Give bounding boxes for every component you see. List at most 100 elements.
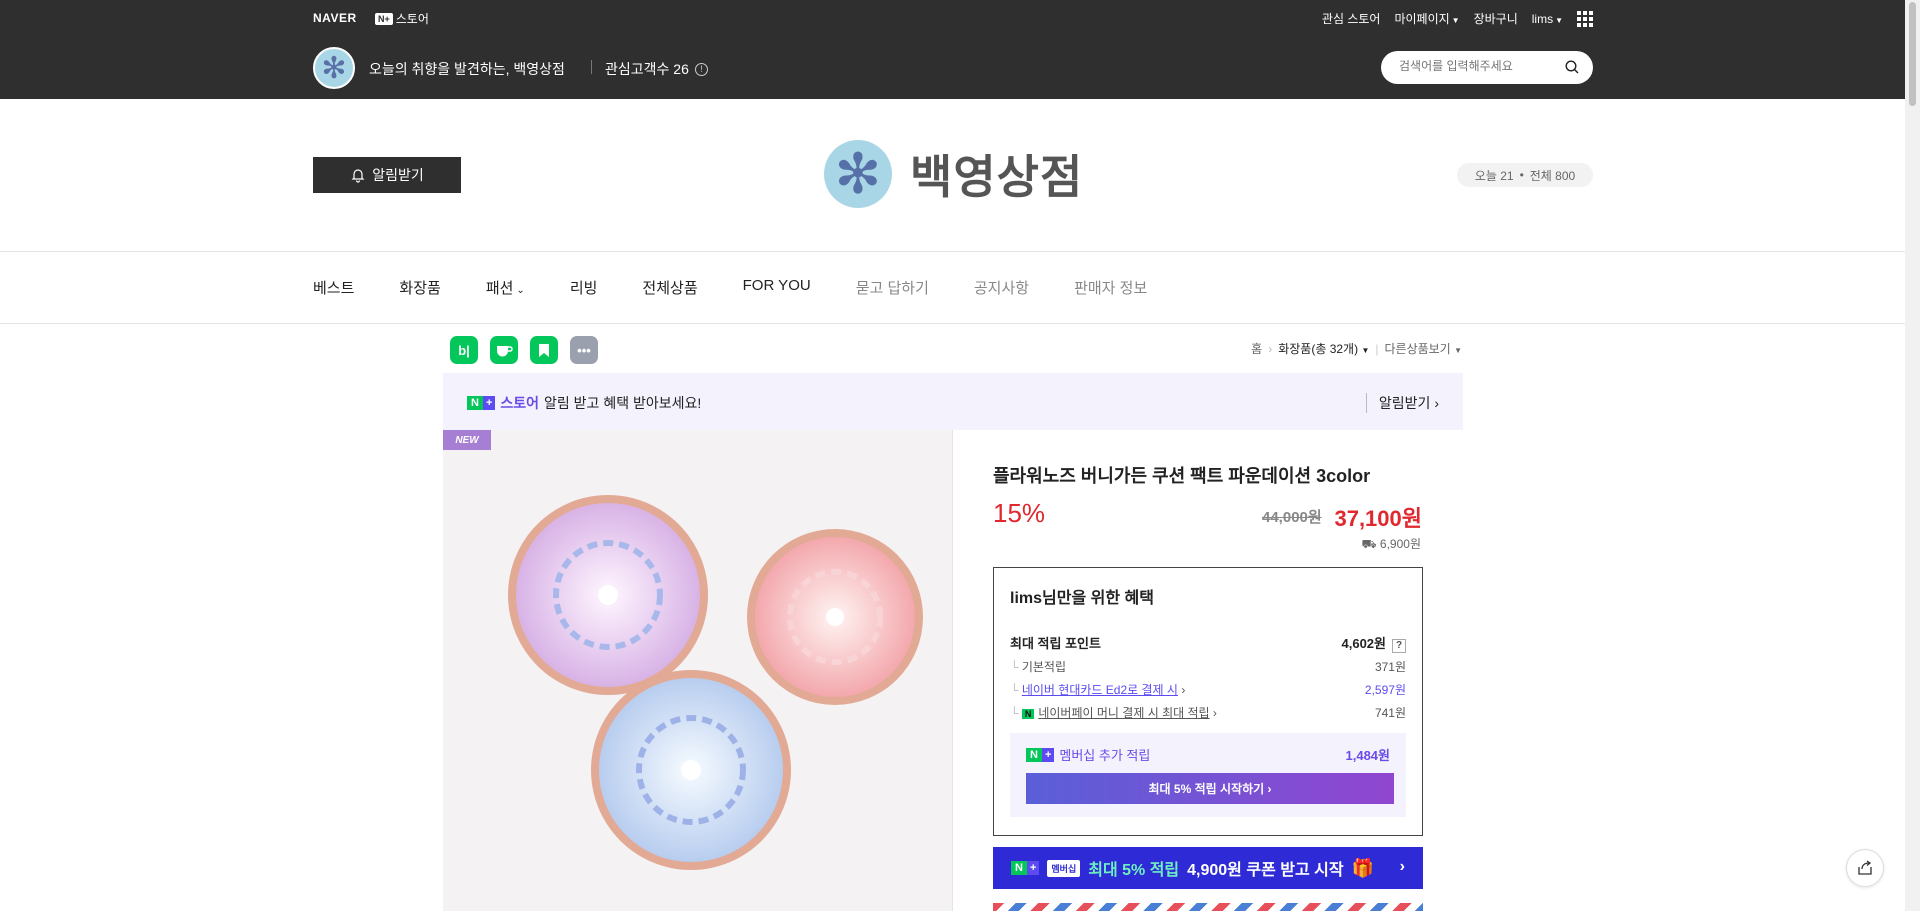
benefits-box: lims님만을 위한 혜택 최대 적립 포인트 4,602원? └ 기본적립 3… [993,567,1423,836]
divider [0,251,1905,252]
membership-start-button[interactable]: 최대 5% 적립 시작하기 › [1026,773,1394,804]
more-share-button[interactable]: ••• [570,336,598,364]
cushion-compacts-illustration [508,495,923,870]
global-nav: NAVER N+ 스토어 관심 스토어 마이페이지 ▼ 장바구니 lims ▼ [313,9,1593,27]
bookmark-icon [539,343,549,357]
nav-item-living[interactable]: 리빙 [570,277,598,298]
banner-alarm-link[interactable]: 알림받기 › [1365,393,1439,413]
scrollbar-thumb[interactable] [1909,2,1916,106]
membership-box: N + 멤버십 추가 적립 1,484원 최대 5% 적립 시작하기 › [1010,733,1406,817]
chevron-down-icon: ⌄ [516,285,525,296]
info-icon[interactable]: ! [694,62,708,76]
card-points-value: 2,597원 [1364,683,1406,697]
divider [591,60,592,74]
nplus-store-link[interactable]: N+ 스토어 [375,10,429,27]
keep-share-button[interactable] [530,336,558,364]
promo-text: 4,900원 쿠폰 받고 시작 [1187,862,1344,879]
nplus-logo-icon: N + [1011,861,1040,875]
floating-share-button[interactable] [1846,849,1884,887]
caret-down-icon: ▼ [1555,15,1563,25]
bell-plus-icon [351,169,365,183]
category-nav: 베스트 화장품 패션 ⌄ 리빙 전체상품 FOR YOU 묻고 답하기 공지사항 … [313,277,1192,298]
npay-points-link[interactable]: 네이버페이 머니 결제 시 최대 적립 [1038,706,1209,720]
max-points-label: 최대 적립 포인트 [1010,636,1101,651]
store-logo-small[interactable]: ✻ [313,47,355,89]
nav-item-notice[interactable]: 공지사항 [974,277,1029,298]
banner-alarm-label: 알림받기 [1378,395,1431,411]
max-points-row: 최대 적립 포인트 4,602원? [1010,633,1406,653]
card-points-link[interactable]: 네이버 현대카드 Ed2로 결제 시 [1022,683,1178,697]
store-bar: ✻ 오늘의 취향을 발견하는, 백영상점 관심고객수 26 ! [313,47,1593,91]
visitors-total: 전체 800 [1529,168,1576,183]
search-input[interactable] [1399,59,1559,73]
naver-logo[interactable]: NAVER [313,11,357,25]
link-cart[interactable]: 장바구니 [1474,10,1518,27]
top-bar: NAVER N+ 스토어 관심 스토어 마이페이지 ▼ 장바구니 lims ▼ ✻ … [0,0,1905,99]
shipping-fee-value: 6,900원 [1379,537,1421,551]
more-dots-icon: ••• [577,342,591,358]
search-icon[interactable] [1565,60,1579,74]
chevron-right-icon: › [1177,683,1186,697]
cafe-share-button[interactable] [490,336,518,364]
alarm-button-label: 알림받기 [372,167,424,183]
new-badge: NEW [443,430,491,450]
chevron-right-icon: › [1209,706,1217,720]
banner-store-word: 스토어 [500,395,540,411]
page: NAVER N+ 스토어 관심 스토어 마이페이지 ▼ 장바구니 lims ▼ ✻ … [0,0,1920,911]
nplus-logo-icon: N + [1026,747,1055,762]
nav-item-best[interactable]: 베스트 [313,277,354,298]
page-scrollbar[interactable] [1905,0,1920,911]
flower-logo-icon: ✻ [824,140,892,208]
band-icon: b| [458,342,470,358]
cafe-cup-icon [497,346,513,357]
divider [0,323,1905,324]
nav-item-cosmetics[interactable]: 화장품 [399,277,440,298]
link-mypage[interactable]: 마이페이지 ▼ [1394,10,1459,27]
sale-price: 37,100원 [1334,506,1422,531]
apps-grid-icon[interactable] [1577,10,1593,27]
tree-branch-icon: └ [1010,706,1022,720]
npay-points-row: └ N 네이버페이 머니 결제 시 최대 적립 › 741원 [1010,704,1406,721]
nav-item-fashion[interactable]: 패션 ⌄ [486,277,525,298]
brand-logo[interactable]: ✻ 백영상점 [824,140,1083,208]
npay-points-label-wrap[interactable]: └ N 네이버페이 머니 결제 시 최대 적립 › [1010,704,1217,721]
link-favorite-stores[interactable]: 관심 스토어 [1322,10,1381,27]
membership-tag: 멤버십 [1047,859,1081,877]
notification-benefit-banner[interactable]: N + 스토어 알림 받고 혜택 받아보세요! 알림받기 › [443,373,1463,430]
alarm-button[interactable]: 알림받기 [313,157,461,193]
gift-icon: 🎁 [1351,857,1374,878]
chevron-right-icon: › [1399,858,1405,875]
other-products-label: 다른상품보기 [1384,342,1451,356]
nav-item-for-you[interactable]: FOR YOU [743,277,811,298]
other-products-dropdown[interactable]: 다른상품보기 ▼ [1384,340,1462,357]
nav-item-qna[interactable]: 묻고 답하기 [856,277,929,298]
store-slogan[interactable]: 오늘의 취향을 발견하는, 백영상점 [369,59,565,79]
chevron-right-icon: › [1434,395,1439,411]
nav-item-all-products[interactable]: 전체상품 [642,277,697,298]
membership-promo-banner[interactable]: N + 멤버십 최대 5% 적립 4,900원 쿠폰 받고 시작 🎁 › [993,847,1423,889]
breadcrumb-home[interactable]: 홈 [1251,340,1262,357]
banner-message: 알림 받고 혜택 받아보세요! [544,395,702,411]
card-points-label-wrap[interactable]: └ 네이버 현대카드 Ed2로 결제 시 › [1010,681,1185,698]
visitors-today: 오늘 21 [1474,168,1514,183]
basic-points-row: └ 기본적립 371원 [1010,658,1406,675]
followers-count: 관심고객수 26 ! [605,59,708,79]
band-share-button[interactable]: b| [450,336,478,364]
share-buttons: b| ••• [450,336,598,364]
promo-highlight: 최대 5% 적립 [1088,862,1180,879]
breadcrumb-category[interactable]: 화장품(총 32개) ▼ [1278,340,1369,357]
card-points-row: └ 네이버 현대카드 Ed2로 결제 시 › 2,597원 [1010,681,1406,698]
link-user[interactable]: lims ▼ [1532,12,1563,26]
bullet-separator: • [1519,168,1524,182]
product-image[interactable] [443,430,952,911]
brand-name: 백영상점 [910,151,1084,203]
nav-item-seller-info[interactable]: 판매자 정보 [1074,277,1147,298]
help-icon[interactable]: ? [1392,639,1406,653]
max-points-value: 4,602원 [1341,636,1387,651]
share-icon [1858,860,1872,875]
basic-points-label: 기본적립 [1021,660,1067,674]
breadcrumb-category-label: 화장품(총 32개) [1278,342,1359,356]
tree-branch-icon: └ [1010,660,1022,674]
nplus-badge-icon: N+ [375,12,393,25]
divider [952,430,953,911]
